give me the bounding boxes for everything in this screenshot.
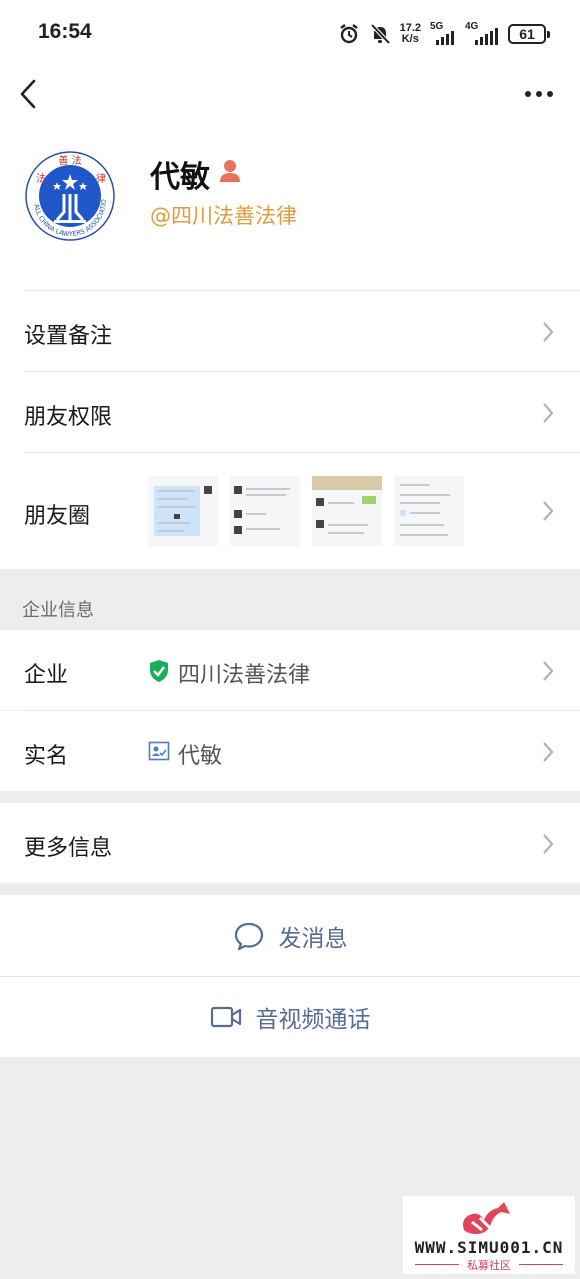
status-icons: 17.2 K/s 5G 4G 61: [338, 20, 550, 48]
alarm-icon: [339, 24, 358, 44]
set-remark-label: 设置备注: [24, 324, 113, 349]
divider: [24, 290, 580, 291]
female-user-icon: [220, 160, 240, 182]
signal-5g-label: 5G: [430, 21, 444, 32]
moments-thumbnail[interactable]: [394, 476, 464, 546]
send-message-button[interactable]: 发消息: [0, 895, 580, 976]
back-button[interactable]: [14, 76, 46, 112]
signal-4g-icon: 4G: [465, 21, 499, 45]
network-speed-unit: K/s: [401, 33, 419, 45]
contact-name: 代敏: [150, 160, 210, 195]
signal-5g-icon: 5G: [430, 21, 456, 45]
id-card-icon: [148, 741, 170, 761]
chevron-right-icon: [543, 742, 554, 762]
svg-text:法: 法: [36, 172, 46, 185]
enterprise-label: 企业: [24, 663, 69, 688]
moments-thumbnails[interactable]: [148, 476, 464, 546]
chevron-right-icon: [543, 661, 554, 681]
more-options-button[interactable]: [524, 84, 554, 104]
mute-bell-icon: [370, 23, 391, 45]
more-dots-icon: [525, 91, 553, 97]
watermark-line: [519, 1264, 563, 1265]
chevron-right-icon: [543, 501, 554, 521]
corp-label[interactable]: @四川法善法律: [150, 200, 297, 230]
status-time: 16:54: [38, 20, 92, 43]
real-name-label: 实名: [24, 744, 69, 769]
watermark-subtext: 私募社区: [467, 1259, 511, 1272]
watermark-text: WWW.SIMU001.CN: [414, 1238, 564, 1257]
friend-permissions-row[interactable]: 朋友权限: [0, 372, 580, 452]
watermark: WWW.SIMU001.CN 私募社区: [403, 1196, 575, 1274]
moments-label: 朋友圈: [24, 504, 91, 529]
chevron-right-icon: [543, 403, 554, 423]
moments-thumbnail[interactable]: [230, 476, 300, 546]
set-remark-row[interactable]: 设置备注: [0, 292, 580, 371]
watermark-logo-icon: [463, 1202, 510, 1234]
battery-indicator: 61: [508, 24, 550, 44]
chevron-right-icon: [543, 834, 554, 854]
lawyers-association-logo-icon: 善 法 法 律 ALL CHINA LAWYERS ASSOCIATION: [22, 144, 115, 241]
back-arrow-icon: [20, 79, 36, 109]
chat-bubble-icon: [234, 922, 263, 950]
avatar[interactable]: 善 法 法 律 ALL CHINA LAWYERS ASSOCIATION: [22, 144, 116, 242]
status-bar: 16:54 17.2 K/s 5G 4G 61: [0, 0, 580, 66]
moments-thumbnail[interactable]: [148, 476, 218, 546]
enterprise-section-title: 企业信息: [22, 600, 94, 621]
enterprise-value: 四川法善法律: [178, 663, 311, 688]
verified-shield-icon: [150, 660, 168, 682]
friend-permissions-label: 朋友权限: [24, 405, 113, 430]
video-call-label: 音视频通话: [255, 1007, 371, 1033]
send-message-label: 发消息: [278, 925, 348, 952]
more-info-row[interactable]: 更多信息: [0, 803, 580, 883]
svg-text:律: 律: [96, 172, 106, 185]
svg-text:善 法: 善 法: [58, 154, 81, 167]
battery-level: 61: [519, 26, 535, 42]
chevron-right-icon: [543, 322, 554, 342]
enterprise-row[interactable]: 企业 四川法善法律: [0, 630, 580, 710]
video-camera-icon: [210, 1006, 241, 1028]
real-name-row[interactable]: 实名 代敏: [0, 711, 580, 791]
real-name-value: 代敏: [178, 744, 223, 769]
video-call-button[interactable]: 音视频通话: [0, 977, 580, 1057]
moments-thumbnail[interactable]: [312, 476, 382, 546]
more-info-label: 更多信息: [24, 836, 113, 861]
signal-4g-label: 4G: [465, 21, 479, 32]
network-speed: 17.2 K/s: [400, 23, 421, 45]
